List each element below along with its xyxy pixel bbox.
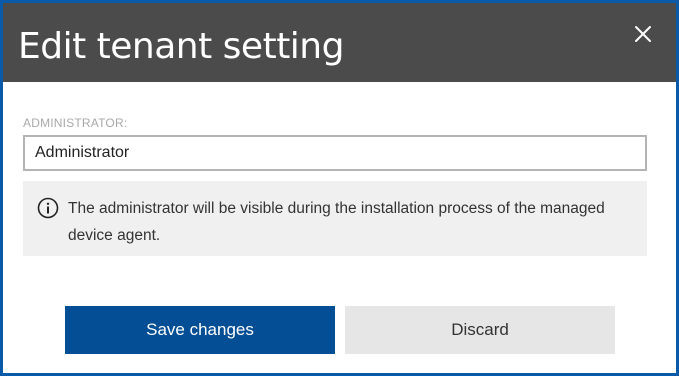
discard-button[interactable]: Discard [345,306,615,354]
info-box: The administrator will be visible during… [23,181,647,256]
administrator-label: ADMINISTRATOR: [23,116,128,130]
save-changes-button[interactable]: Save changes [65,306,335,354]
administrator-input[interactable] [23,135,647,171]
info-text: The administrator will be visible during… [68,200,605,244]
dialog-title: Edit tenant setting [18,26,344,67]
dialog-header: Edit tenant setting [3,3,676,82]
edit-tenant-dialog: Edit tenant setting ADMINISTRATOR: The a… [0,0,679,376]
close-icon[interactable] [632,23,654,45]
info-icon [37,197,59,219]
